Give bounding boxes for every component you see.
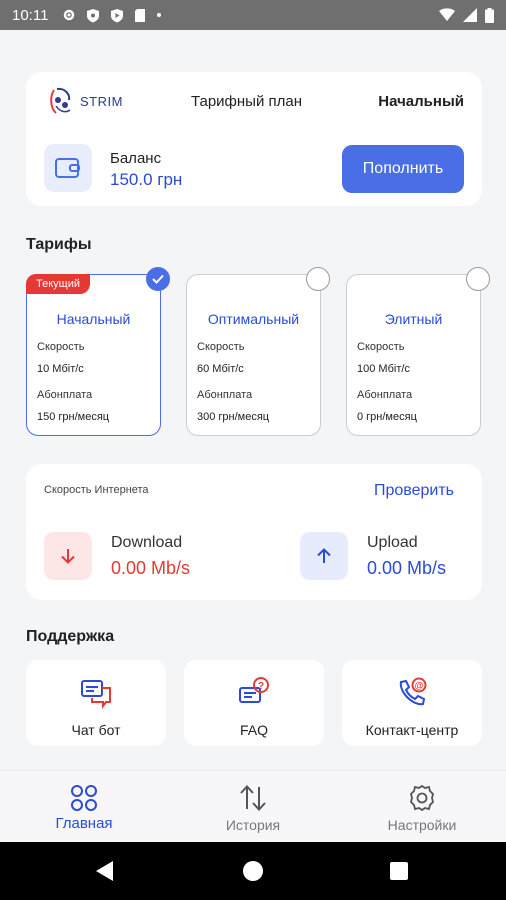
chat-bot-icon	[81, 680, 111, 709]
speed-test-title: Скорость Интернета	[44, 484, 149, 496]
faq-icon: ?	[239, 677, 269, 703]
home-button[interactable]	[223, 842, 283, 900]
tariff-fee-value: 0 грн/месяц	[357, 411, 417, 423]
nav-home[interactable]: Главная	[0, 771, 168, 843]
status-time: 10:11	[12, 6, 49, 24]
tariff-fee-value: 150 грн/месяц	[37, 411, 110, 423]
upload-icon-box	[300, 532, 348, 580]
wifi-icon	[439, 8, 455, 21]
arrow-up-icon	[317, 548, 331, 563]
tariff-speed-label: Скорость	[357, 341, 405, 353]
sd-card-status-icon	[135, 8, 146, 22]
system-navigation-bar	[0, 842, 506, 900]
checkmark-icon	[152, 274, 164, 284]
shield-status-icon	[87, 8, 100, 22]
play-protect-status-icon	[111, 8, 124, 22]
battery-icon	[485, 7, 494, 23]
support-chat-bot[interactable]: Чат бот	[26, 660, 166, 746]
support-contact-center[interactable]: @ Контакт-центр	[342, 660, 482, 746]
back-button[interactable]	[75, 842, 135, 900]
dot-status-icon	[157, 13, 162, 17]
tariff-speed-value: 10 Мбіт/с	[37, 363, 84, 375]
tariff-speed-label: Скорость	[37, 341, 85, 353]
wallet-icon	[55, 158, 80, 178]
nav-label: История	[225, 817, 281, 833]
settings-gear-icon	[410, 784, 434, 812]
tariff-radio[interactable]	[306, 267, 330, 291]
tariff-speed-value: 100 Мбіт/с	[357, 363, 410, 375]
home-grid-icon	[71, 785, 97, 811]
support-label: FAQ	[239, 722, 268, 738]
tariff-name: Элитный	[384, 311, 443, 327]
svg-text:@: @	[415, 681, 424, 691]
tariff-name: Оптимальный	[207, 311, 300, 327]
balance-label: Баланс	[110, 150, 162, 167]
check-speed-button[interactable]: Проверить	[374, 482, 454, 500]
nav-history[interactable]: История	[169, 771, 337, 843]
tariff-fee-label: Абонплата	[197, 389, 253, 401]
tariff-plan-label: Тарифный план	[191, 93, 303, 110]
tariff-speed-label: Скорость	[197, 341, 245, 353]
current-badge: Текущий	[26, 274, 90, 294]
tariff-card-elite[interactable]: Элитный Скорость 100 Мбіт/с Абонплата 0 …	[346, 267, 490, 436]
recents-square-icon	[390, 862, 408, 880]
tariff-card-optimal[interactable]: Оптимальный Скорость 60 Мбіт/с Абонплата…	[186, 267, 330, 436]
signal-icon	[463, 8, 477, 22]
download-label: Download	[111, 534, 183, 551]
recents-button[interactable]	[369, 842, 429, 900]
balance-value: 150.0 грн	[110, 170, 183, 189]
back-triangle-icon	[96, 861, 113, 881]
contact-center-icon: @	[399, 677, 427, 706]
arrow-down-icon	[61, 549, 75, 564]
tariff-fee-label: Абонплата	[357, 389, 413, 401]
tariff-speed-value: 60 Мбіт/с	[197, 363, 244, 375]
home-circle-icon	[243, 861, 263, 881]
tariff-radio[interactable]	[466, 267, 490, 291]
tariff-card-basic[interactable]: Текущий Начальный Скорость 10 Мбіт/с Або…	[26, 267, 170, 436]
support-label: Контакт-центр	[365, 722, 459, 738]
nav-label: Главная	[55, 815, 113, 832]
speed-test-card: Скорость Интернета Проверить Download 0.…	[26, 464, 482, 600]
download-value: 0.00 Mb/s	[111, 558, 191, 578]
nav-settings[interactable]: Настройки	[338, 771, 506, 843]
support-faq[interactable]: ? FAQ	[184, 660, 324, 746]
settings-status-icon	[64, 9, 75, 21]
tariff-fee-value: 300 грн/месяц	[197, 411, 270, 423]
bottom-navigation: Главная История Настройки	[0, 770, 506, 842]
tariff-name: Начальный	[56, 311, 131, 327]
svg-text:?: ?	[258, 681, 264, 692]
nav-label: Настройки	[387, 817, 457, 833]
upload-value: 0.00 Mb/s	[367, 558, 447, 578]
support-label: Чат бот	[71, 722, 121, 738]
tariff-plan-value: Начальный	[378, 93, 464, 110]
tariff-radio-checked[interactable]	[146, 267, 170, 291]
support-section-title: Поддержка	[26, 628, 115, 645]
status-bar: 10:11	[0, 0, 506, 30]
history-arrows-icon	[240, 785, 266, 811]
strim-logo-icon	[50, 87, 71, 114]
brand-name: STRIM	[80, 93, 123, 109]
tariffs-section-title: Тарифы	[26, 236, 92, 253]
tariff-fee-label: Абонплата	[37, 389, 93, 401]
upload-label: Upload	[367, 534, 418, 551]
account-summary-card: STRIM Тарифный план Начальный Баланс 150…	[26, 72, 482, 206]
wallet-icon-box	[44, 144, 92, 192]
brand-logo: STRIM	[48, 86, 123, 116]
top-up-button[interactable]: Пополнить	[342, 145, 464, 193]
download-icon-box	[44, 532, 92, 580]
